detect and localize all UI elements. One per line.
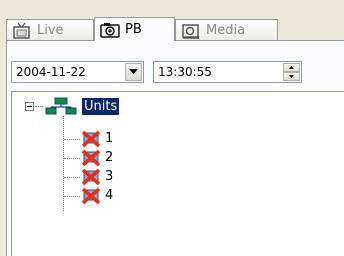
tree-connector [64, 196, 80, 197]
unit-label: 3 [105, 169, 114, 184]
unit-offline-icon [81, 187, 101, 204]
chevron-down-icon [289, 75, 294, 78]
time-value: 13:30:55 [158, 65, 212, 79]
units-tree[interactable]: Units 1 2 3 4 [11, 91, 344, 256]
tree-connector [64, 177, 80, 178]
date-value: 2004-11-22 [16, 65, 86, 79]
tab-pb[interactable]: PB [94, 17, 175, 41]
collapse-toggle[interactable] [25, 102, 34, 111]
tab-pb-label: PB [125, 22, 142, 37]
unit-offline-icon [81, 168, 101, 185]
tree-root-label[interactable]: Units [82, 98, 120, 115]
time-spinner [283, 63, 300, 81]
tab-bar: Live PB Media [0, 0, 344, 41]
unit-label: 4 [105, 188, 114, 203]
tree-node-unit[interactable]: 1 [80, 130, 113, 147]
tab-media-label: Media [206, 23, 246, 38]
date-picker[interactable]: 2004-11-22 [11, 61, 144, 83]
tree-node-unit[interactable]: 3 [80, 168, 113, 185]
tree-node-unit[interactable]: 4 [80, 187, 113, 204]
camera-icon [100, 22, 120, 38]
tab-live-label: Live [37, 23, 64, 38]
tree-connector [64, 158, 80, 159]
date-dropdown-button[interactable] [125, 63, 142, 81]
playback-panel: Live PB Media 2004-11-22 13:30:55 Units … [0, 0, 344, 256]
chevron-down-icon [129, 69, 138, 74]
time-spin-down-button[interactable] [283, 72, 300, 81]
time-picker[interactable]: 13:30:55 [153, 61, 302, 83]
tree-node-unit[interactable]: 2 [80, 149, 113, 166]
tree-connector [64, 139, 80, 140]
network-icon [45, 97, 77, 115]
time-spin-up-button[interactable] [283, 63, 300, 72]
unit-label: 2 [105, 150, 114, 165]
unit-label: 1 [105, 131, 114, 146]
tv-icon [13, 22, 30, 39]
media-icon [182, 23, 199, 39]
tree-connector [35, 106, 43, 107]
unit-offline-icon [81, 149, 101, 166]
tab-live[interactable]: Live [6, 19, 94, 41]
unit-offline-icon [81, 130, 101, 147]
chevron-up-icon [289, 66, 294, 69]
tab-media[interactable]: Media [175, 19, 278, 41]
